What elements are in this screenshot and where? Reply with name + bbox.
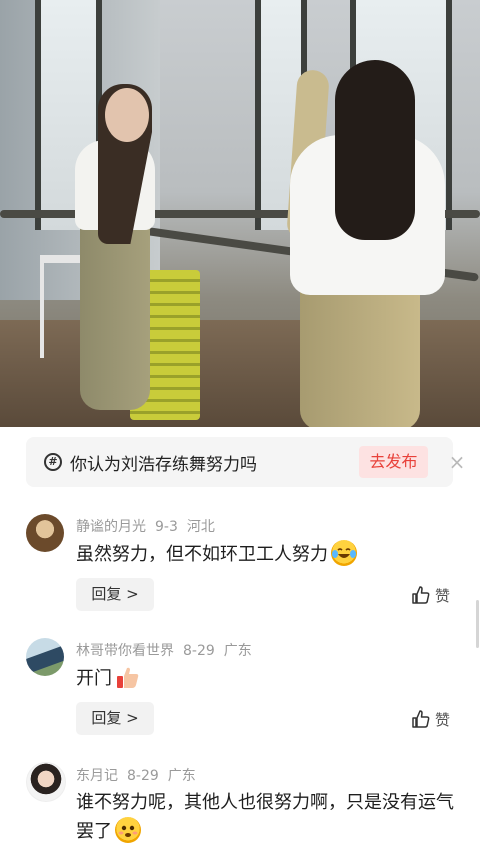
comment-username[interactable]: 东月记: [76, 768, 118, 784]
comment-date: 9-3: [155, 519, 178, 535]
dancer-left-skirt: [80, 220, 150, 410]
thumbs-up-emoji-icon: [115, 664, 141, 690]
comment-location: 广东: [223, 643, 252, 659]
like-label: 赞: [435, 711, 451, 729]
thumbs-up-icon: [412, 586, 430, 604]
comment-text: 开门: [76, 664, 461, 693]
comment-username[interactable]: 林哥带你看世界: [76, 643, 174, 659]
publish-button[interactable]: 去发布: [359, 446, 428, 478]
avatar[interactable]: [26, 638, 64, 676]
comment-location: 河北: [186, 519, 215, 535]
thumbs-up-icon: [412, 710, 430, 728]
comment-text-content: 虽然努力，但不如环卫工人努力: [76, 544, 328, 565]
topic-prompt-bar: # 你认为刘浩存练舞努力吗 去发布 ×: [26, 437, 465, 487]
close-icon[interactable]: ×: [446, 447, 468, 477]
hashtag-icon: #: [44, 453, 62, 471]
scrollbar[interactable]: [476, 600, 479, 648]
comment-text: 虽然努力，但不如环卫工人努力: [76, 540, 461, 569]
comment-date: 8-29: [183, 643, 215, 659]
comment-location: 广东: [167, 768, 196, 784]
like-button[interactable]: 赞: [411, 585, 450, 606]
like-label: 赞: [435, 587, 451, 605]
comment-meta: 林哥带你看世界 8-29 广东: [76, 640, 261, 660]
like-button[interactable]: 赞: [411, 709, 450, 730]
reply-button[interactable]: 回复 >: [76, 702, 154, 735]
dancer-right-hair: [335, 60, 415, 240]
comment-meta: 东月记 8-29 广东: [76, 765, 205, 785]
reply-button[interactable]: 回复 >: [76, 578, 154, 611]
topic-question[interactable]: 你认为刘浩存练舞努力吗: [70, 450, 257, 475]
video-player[interactable]: [0, 0, 480, 427]
comment-text: 谁不努力呢，其他人也很努力啊，只是没有运气罢了: [76, 788, 461, 846]
comment-text-content: 开门: [76, 668, 112, 689]
comment-date: 8-29: [127, 768, 159, 784]
comment-meta: 静谧的月光 9-3 河北: [76, 516, 224, 536]
shy-smile-emoji-icon: [115, 817, 141, 843]
comment-username[interactable]: 静谧的月光: [76, 519, 146, 535]
avatar[interactable]: [26, 514, 64, 552]
laughing-tears-emoji-icon: [331, 540, 357, 566]
dancer-left-face: [105, 88, 149, 142]
avatar[interactable]: [26, 762, 66, 802]
